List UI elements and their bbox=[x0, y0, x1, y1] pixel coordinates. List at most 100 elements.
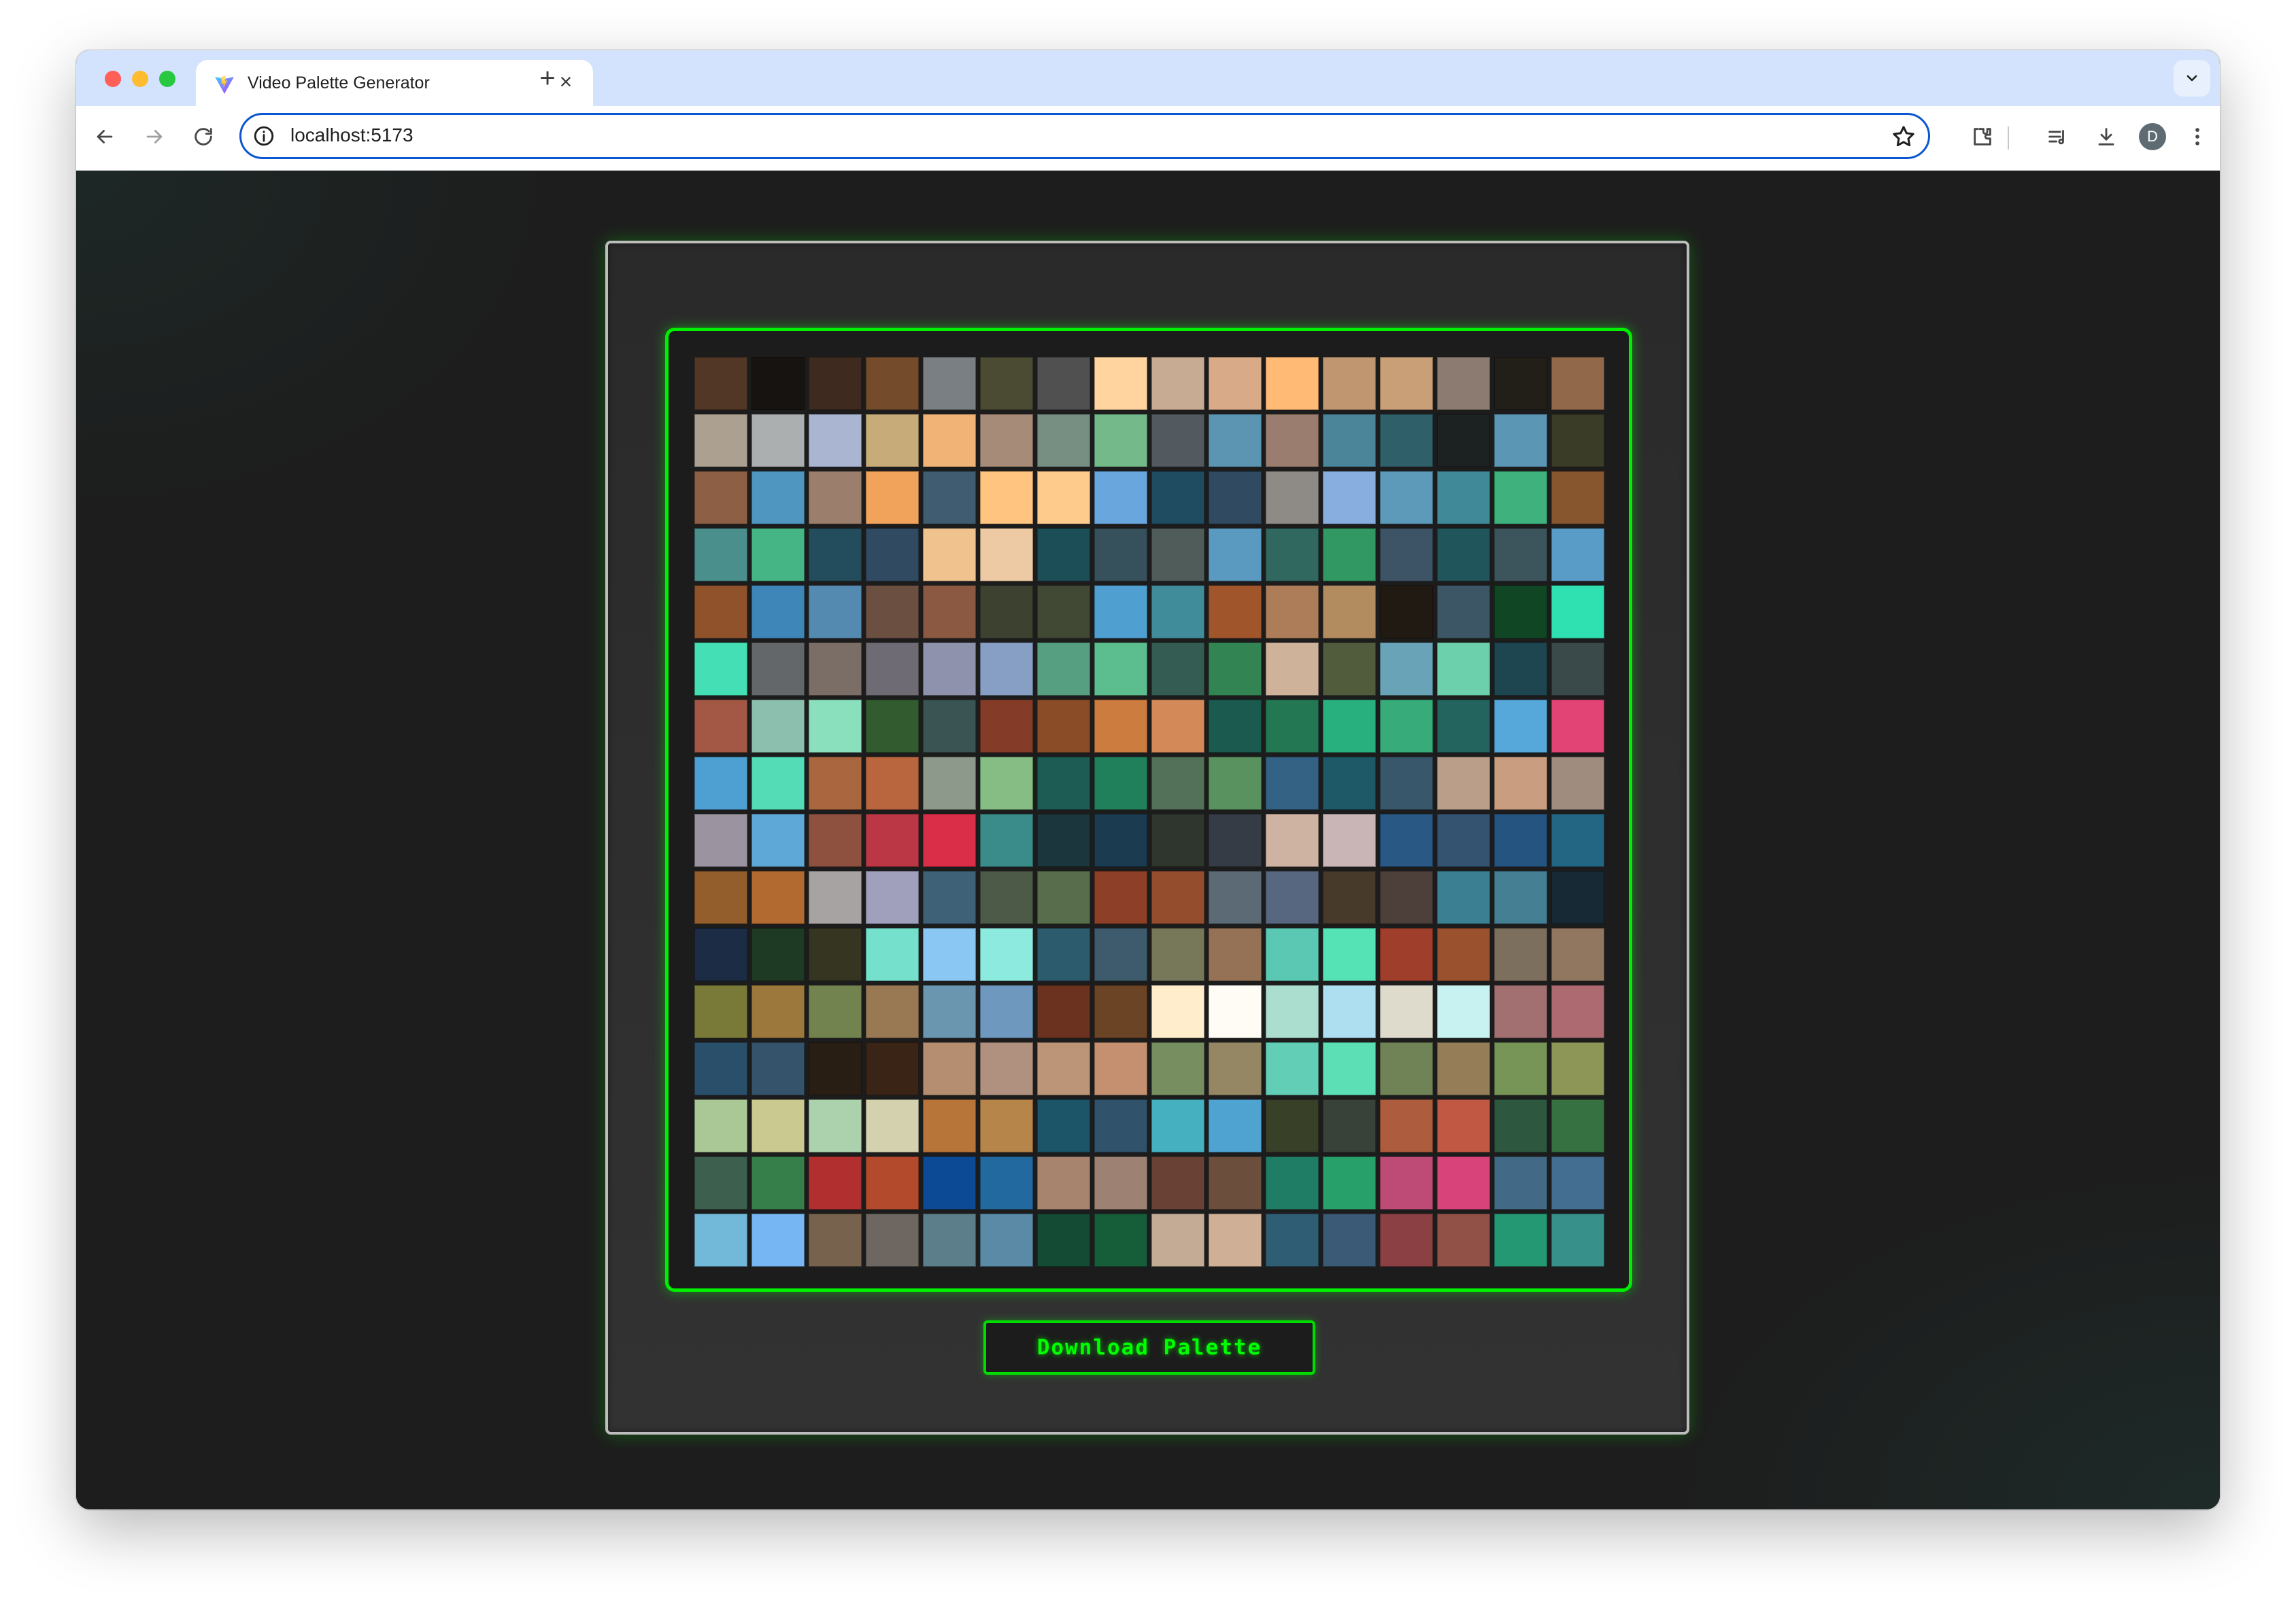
new-tab-button[interactable]: + bbox=[532, 63, 563, 94]
back-button[interactable] bbox=[86, 118, 123, 155]
url-input[interactable] bbox=[290, 124, 1787, 146]
palette-swatch bbox=[1551, 870, 1604, 925]
media-queue-icon bbox=[2048, 130, 2064, 145]
palette-swatch bbox=[865, 528, 919, 582]
palette-swatch bbox=[1493, 756, 1547, 810]
menu-button[interactable] bbox=[2179, 118, 2216, 155]
palette-swatch bbox=[1208, 585, 1262, 639]
palette-swatch bbox=[1208, 1099, 1262, 1152]
palette-swatch bbox=[808, 984, 862, 1039]
palette-swatch bbox=[808, 528, 862, 582]
palette-panel: Download Palette bbox=[605, 241, 1689, 1435]
palette-swatch bbox=[922, 813, 977, 868]
palette-swatch bbox=[979, 470, 1034, 525]
palette-swatch bbox=[1493, 1042, 1547, 1095]
palette-swatch bbox=[979, 1099, 1034, 1152]
palette-swatch bbox=[1036, 1156, 1091, 1210]
palette-swatch bbox=[1151, 585, 1205, 639]
reload-button[interactable] bbox=[185, 118, 222, 155]
minimize-window-button[interactable] bbox=[132, 71, 148, 87]
palette-swatch bbox=[751, 585, 805, 639]
avatar[interactable]: D bbox=[2139, 123, 2166, 150]
palette-swatch bbox=[694, 642, 748, 696]
palette-swatch bbox=[808, 357, 862, 411]
palette-swatch bbox=[1379, 470, 1433, 525]
palette-swatch bbox=[1322, 470, 1377, 525]
palette-swatch bbox=[1151, 756, 1205, 810]
extensions-button[interactable] bbox=[1964, 118, 2001, 155]
palette-swatch bbox=[694, 585, 748, 639]
palette-swatch bbox=[1036, 1213, 1091, 1267]
palette-swatch bbox=[1036, 413, 1091, 468]
palette-swatch bbox=[1265, 813, 1319, 868]
address-bar[interactable] bbox=[239, 113, 1930, 159]
page-viewport: Download Palette bbox=[76, 171, 2220, 1509]
palette-swatch bbox=[1493, 1099, 1547, 1152]
arrow-right-icon bbox=[146, 130, 163, 143]
palette-swatch bbox=[694, 413, 748, 468]
palette-swatch bbox=[1436, 699, 1490, 753]
palette-swatch bbox=[1094, 470, 1148, 525]
palette-swatch bbox=[979, 984, 1034, 1039]
palette-swatch bbox=[1551, 927, 1604, 982]
forward-button[interactable] bbox=[136, 118, 173, 155]
palette-swatch bbox=[922, 642, 977, 696]
palette-swatch bbox=[1436, 813, 1490, 868]
palette-swatch bbox=[1265, 1099, 1319, 1152]
palette-swatch bbox=[1036, 1042, 1091, 1095]
tab-search-button[interactable] bbox=[2174, 60, 2210, 97]
maximize-window-button[interactable] bbox=[159, 71, 175, 87]
palette-swatch bbox=[694, 984, 748, 1039]
palette-swatch bbox=[1208, 528, 1262, 582]
palette-swatch bbox=[922, 528, 977, 582]
palette-swatch bbox=[694, 870, 748, 925]
palette-swatch bbox=[751, 1099, 805, 1152]
palette-swatch bbox=[1436, 470, 1490, 525]
palette-swatch bbox=[1551, 528, 1604, 582]
info-icon[interactable] bbox=[252, 124, 275, 148]
palette-swatch bbox=[1094, 813, 1148, 868]
palette-swatch bbox=[1208, 470, 1262, 525]
palette-swatch bbox=[1208, 413, 1262, 468]
palette-swatch bbox=[1493, 813, 1547, 868]
download-button[interactable] bbox=[2088, 118, 2125, 155]
palette-swatch bbox=[808, 413, 862, 468]
palette-swatch bbox=[694, 756, 748, 810]
arrow-left-icon bbox=[97, 130, 113, 143]
star-icon[interactable] bbox=[1890, 123, 1917, 150]
palette-swatch bbox=[1036, 813, 1091, 868]
palette-swatch bbox=[922, 756, 977, 810]
download-palette-button[interactable]: Download Palette bbox=[983, 1320, 1315, 1375]
palette-swatch bbox=[979, 699, 1034, 753]
palette-swatch bbox=[1379, 642, 1433, 696]
palette-swatch bbox=[751, 756, 805, 810]
browser-window: Video Palette Generator × + Download Pal… bbox=[76, 50, 2220, 1509]
palette-swatch bbox=[1322, 528, 1377, 582]
palette-swatch bbox=[922, 1042, 977, 1095]
palette-swatch bbox=[808, 927, 862, 982]
puzzle-icon bbox=[1974, 128, 1991, 145]
palette-swatch bbox=[1036, 984, 1091, 1039]
palette-swatch bbox=[979, 1156, 1034, 1210]
media-queue-button[interactable] bbox=[2039, 118, 2076, 155]
palette-swatch bbox=[751, 470, 805, 525]
palette-swatch bbox=[865, 470, 919, 525]
palette-swatch bbox=[865, 1042, 919, 1095]
palette-swatch bbox=[865, 1099, 919, 1152]
palette-swatch bbox=[1036, 699, 1091, 753]
palette-swatch bbox=[1493, 413, 1547, 468]
palette-swatch bbox=[1493, 470, 1547, 525]
palette-swatch bbox=[1551, 984, 1604, 1039]
palette-swatch bbox=[1379, 927, 1433, 982]
close-window-button[interactable] bbox=[105, 71, 121, 87]
download-icon bbox=[2098, 128, 2114, 145]
palette-swatch bbox=[751, 927, 805, 982]
palette-swatch bbox=[751, 1213, 805, 1267]
palette-swatch bbox=[1322, 984, 1377, 1039]
palette-swatch bbox=[1436, 984, 1490, 1039]
palette-swatch bbox=[865, 813, 919, 868]
palette-swatch bbox=[1151, 1213, 1205, 1267]
palette-swatch bbox=[808, 756, 862, 810]
palette-swatch bbox=[808, 813, 862, 868]
palette-swatch bbox=[751, 413, 805, 468]
